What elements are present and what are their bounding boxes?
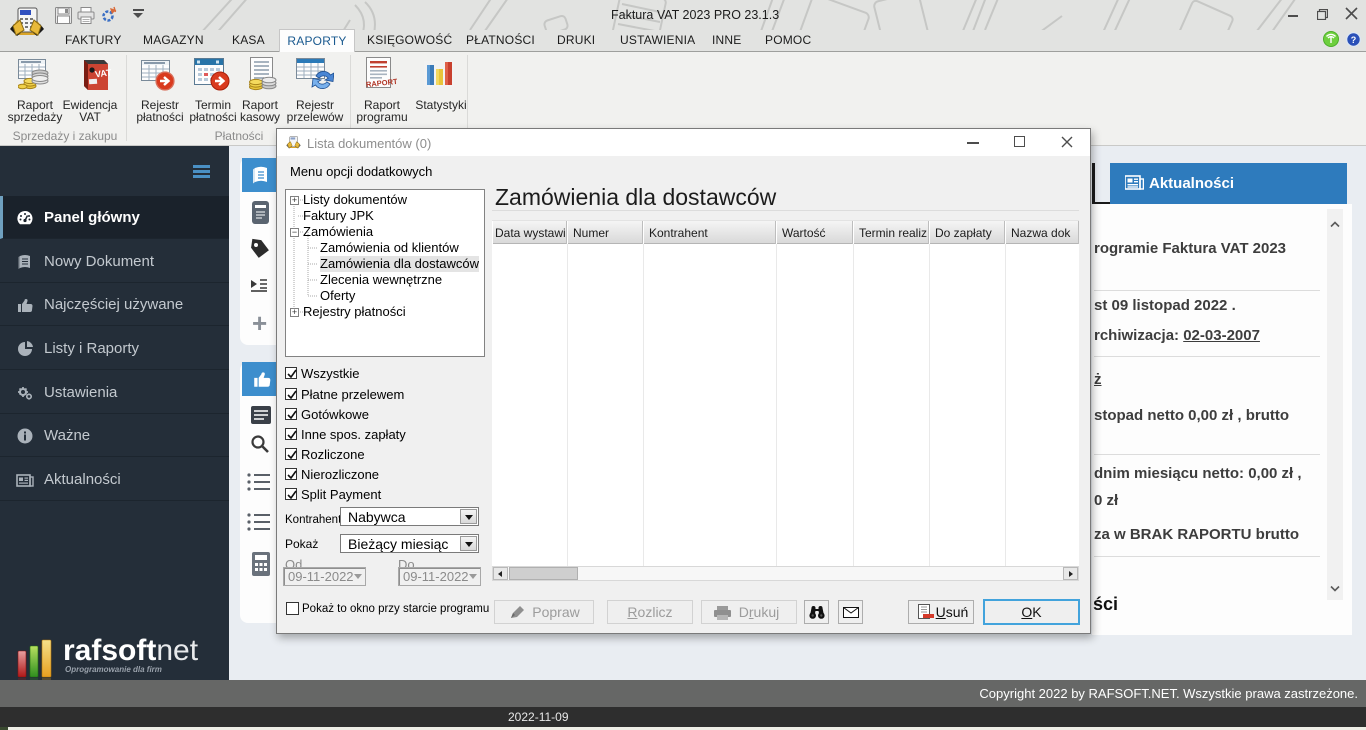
svg-text:VAT: VAT <box>94 67 112 79</box>
svg-text:?: ? <box>1351 35 1357 45</box>
